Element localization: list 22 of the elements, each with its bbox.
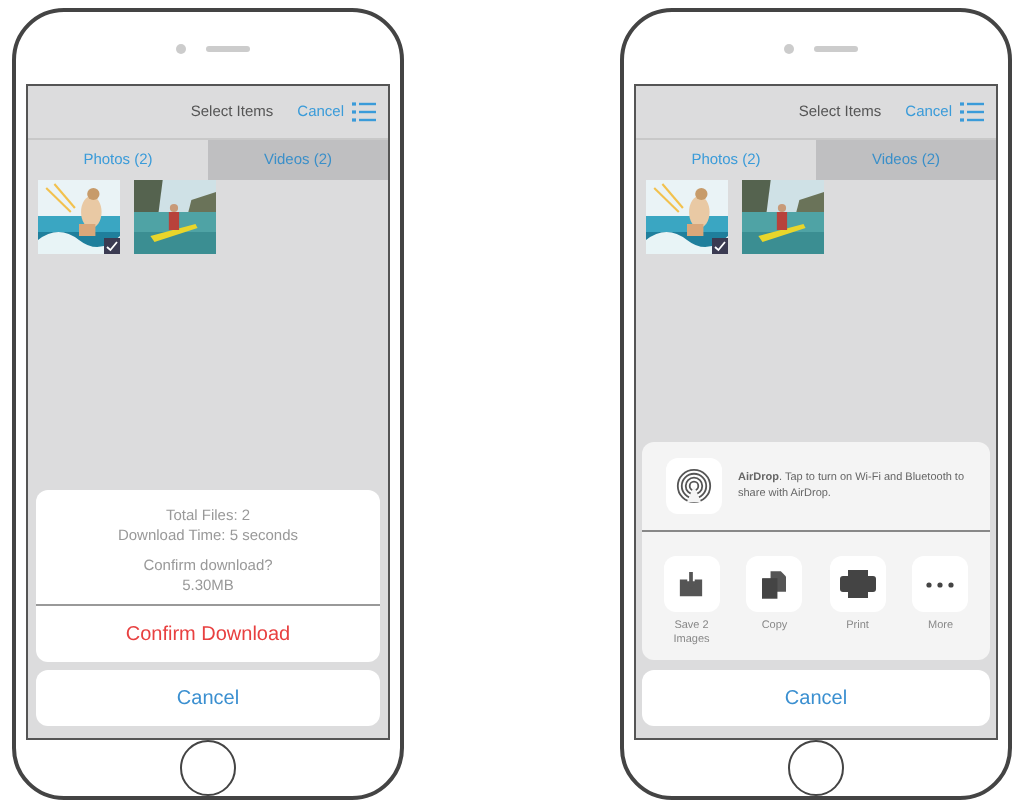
cancel-button[interactable]: Cancel bbox=[642, 670, 990, 726]
photo-thumbnail[interactable] bbox=[742, 180, 824, 254]
check-icon bbox=[104, 238, 120, 254]
speaker-slot bbox=[813, 45, 857, 51]
copy-icon bbox=[762, 569, 787, 599]
share-action-button[interactable] bbox=[746, 556, 803, 612]
photo-thumbnail[interactable] bbox=[646, 180, 728, 254]
home-button[interactable] bbox=[180, 740, 236, 796]
airdrop-button[interactable] bbox=[666, 458, 722, 514]
airdrop-icon bbox=[676, 468, 712, 504]
check-icon bbox=[712, 238, 728, 254]
photo-thumbnail[interactable] bbox=[134, 180, 216, 254]
printer-icon bbox=[839, 570, 876, 598]
more-icon bbox=[926, 581, 955, 587]
share-action-button[interactable] bbox=[829, 556, 886, 612]
home-button[interactable] bbox=[788, 740, 844, 796]
share-action-button[interactable] bbox=[663, 556, 720, 612]
photo-thumbnail[interactable] bbox=[38, 180, 120, 254]
save-icon bbox=[678, 571, 705, 597]
speaker-slot bbox=[205, 45, 249, 51]
cancel-button[interactable]: Cancel bbox=[36, 670, 380, 726]
confirm-download-button[interactable]: Confirm Download bbox=[36, 606, 380, 662]
